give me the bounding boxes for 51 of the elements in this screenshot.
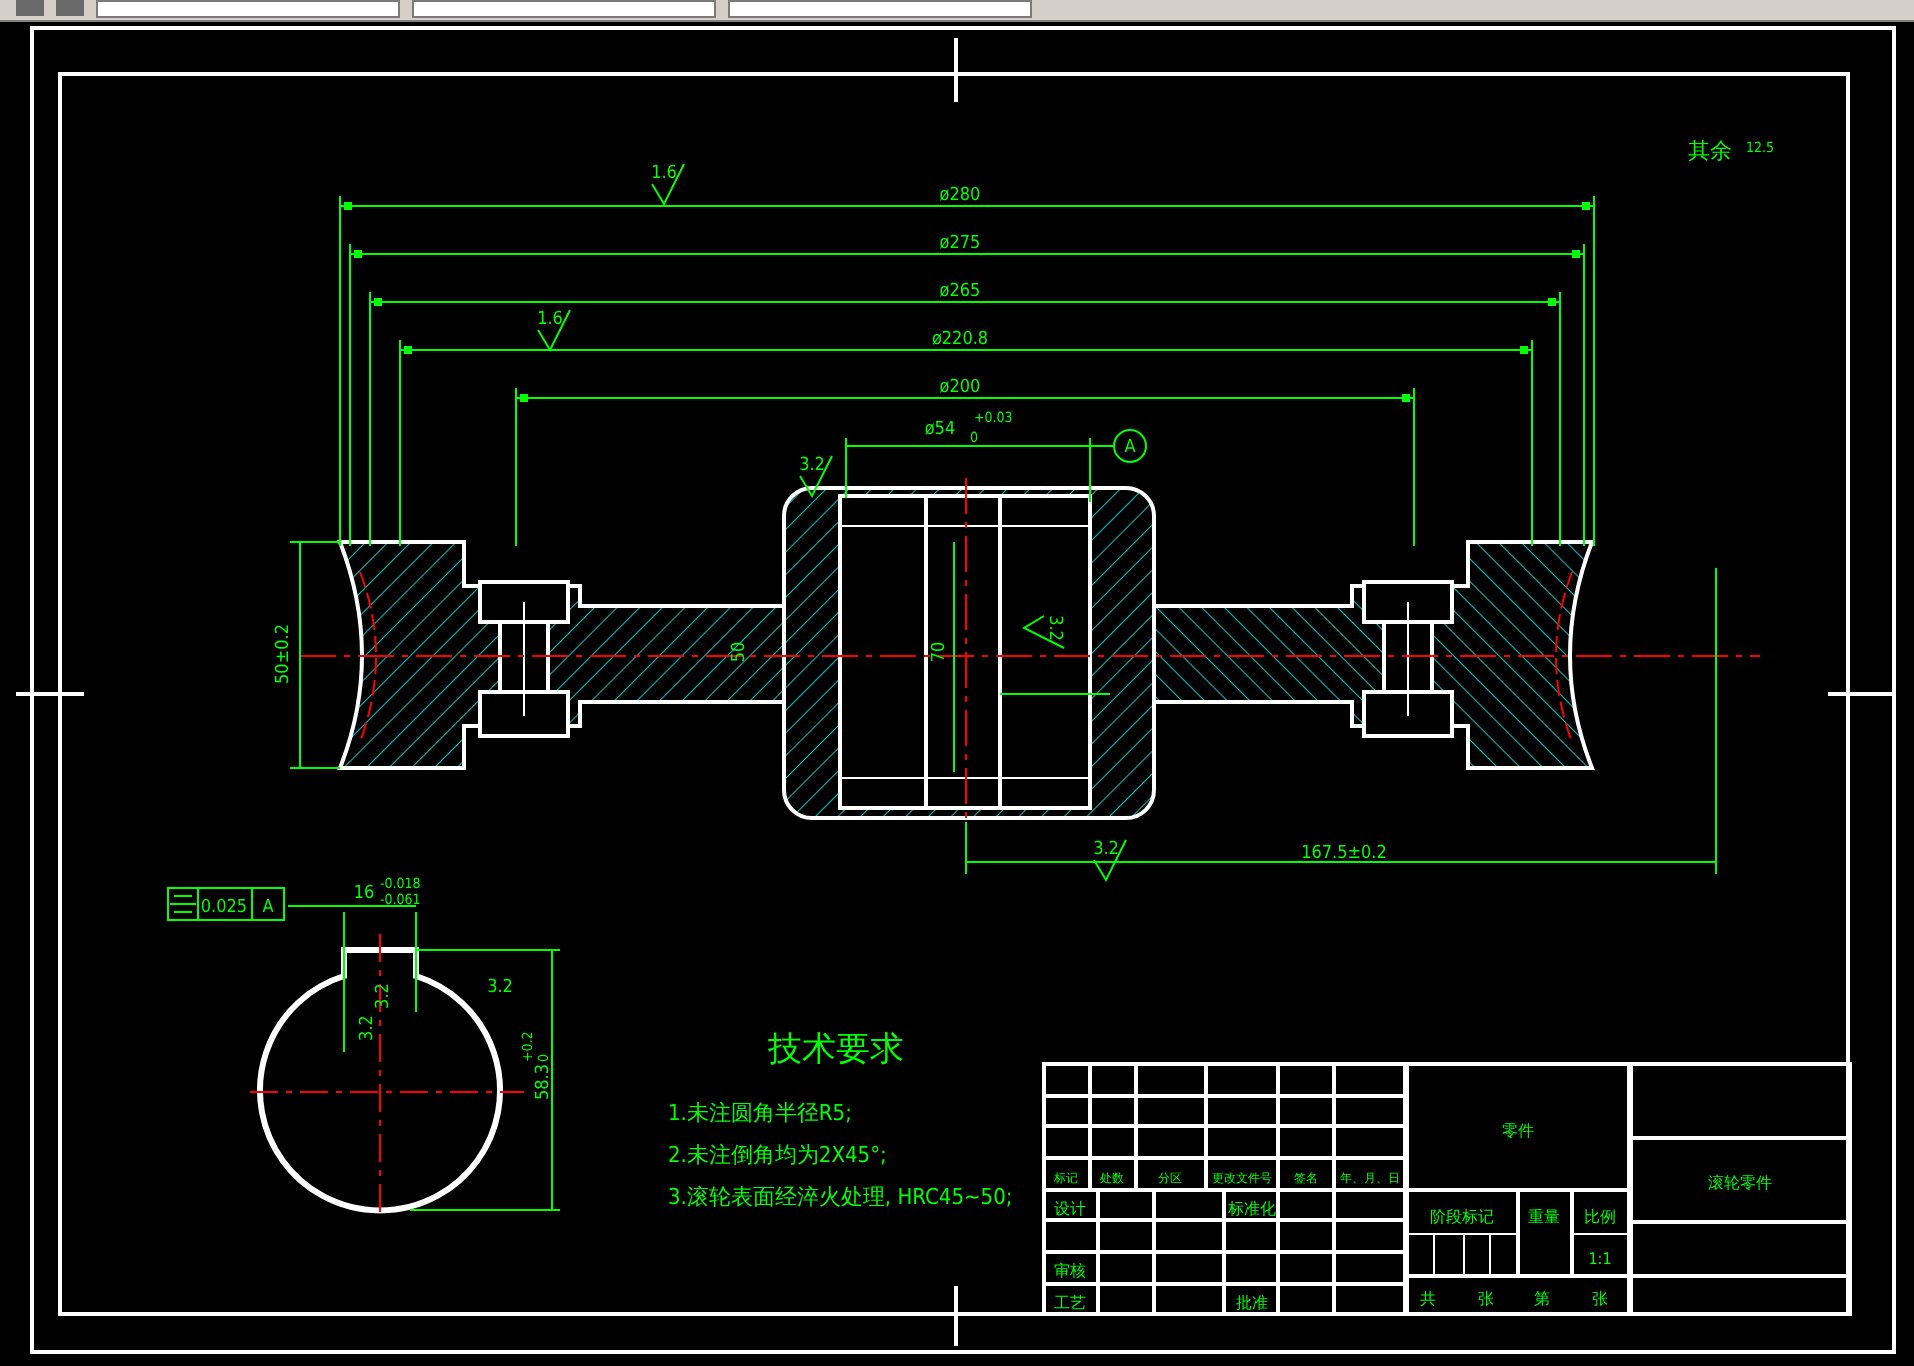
surface-finish-value: 3.2 (487, 978, 513, 998)
dimension-value: 16 (353, 884, 375, 904)
table-header: 重量 (1528, 1208, 1560, 1226)
roughness-label: 其余 (1688, 138, 1732, 164)
surface-finish-symbol (799, 455, 833, 499)
signature-label: 标准化 (1228, 1200, 1276, 1218)
surface-finish-value: 1.6 (537, 310, 563, 330)
signature-label: 工艺 (1054, 1294, 1086, 1312)
dimension-value: ø275 (939, 234, 981, 254)
input-field[interactable] (96, 0, 400, 18)
surface-finish-symbol (537, 309, 571, 353)
input-field[interactable] (728, 0, 1032, 18)
part-name: 零件 (1502, 1122, 1534, 1140)
datum-label: A (262, 898, 274, 918)
surface-finish-symbol (1021, 615, 1065, 649)
surface-finish-value: 3.2 (1044, 615, 1064, 641)
surface-finish-value: 3.2 (1093, 840, 1119, 860)
dimension-value: 70 (930, 641, 950, 663)
dimension-value: 50±0.2 (274, 624, 294, 684)
table-header: 阶段标记 (1430, 1208, 1494, 1226)
dimension-value: ø220.8 (931, 330, 989, 350)
dimension-value: 167.5±0.2 (1301, 844, 1387, 864)
requirements-title: 技术要求 (768, 1030, 904, 1070)
sheet-label: 张 (1478, 1290, 1494, 1308)
table-header: 比例 (1584, 1208, 1616, 1226)
dimension-value: ø200 (939, 378, 981, 398)
input-field[interactable] (412, 0, 716, 18)
tolerance-value: 0.025 (200, 898, 248, 918)
datum-label: A (1124, 438, 1136, 458)
requirement-item: 3.滚轮表面经淬火处理, HRC45~50; (668, 1184, 1013, 1210)
dimension-value: 58.3 (534, 1063, 554, 1101)
signature-label: 审核 (1054, 1262, 1086, 1280)
requirement-item: 2.未注倒角均为2X45°; (668, 1142, 887, 1168)
dimension-value: 50 (730, 641, 750, 663)
surface-finish-symbol (651, 163, 685, 207)
signature-label: 设计 (1054, 1200, 1086, 1218)
surface-finish-value: 3.2 (358, 1015, 378, 1041)
surface-finish-value: 3.2 (374, 983, 394, 1009)
requirement-item: 1.未注圆角半径R5; (668, 1100, 852, 1126)
drawing-name: 滚轮零件 (1708, 1174, 1772, 1192)
surface-finish-value: 3.2 (799, 456, 825, 476)
scale-value: 1:1 (1588, 1250, 1612, 1268)
dimension-value: ø280 (939, 186, 981, 206)
dimension-value: ø54 (924, 420, 956, 440)
sheet-label: 共 (1420, 1290, 1436, 1308)
surface-finish-value: 1.6 (651, 164, 677, 184)
surface-finish-symbol (1093, 839, 1127, 883)
signature-label: 批准 (1236, 1294, 1268, 1312)
sheet-label: 张 (1592, 1290, 1608, 1308)
sheet-label: 第 (1534, 1290, 1550, 1308)
dimension-value: ø265 (939, 282, 981, 302)
